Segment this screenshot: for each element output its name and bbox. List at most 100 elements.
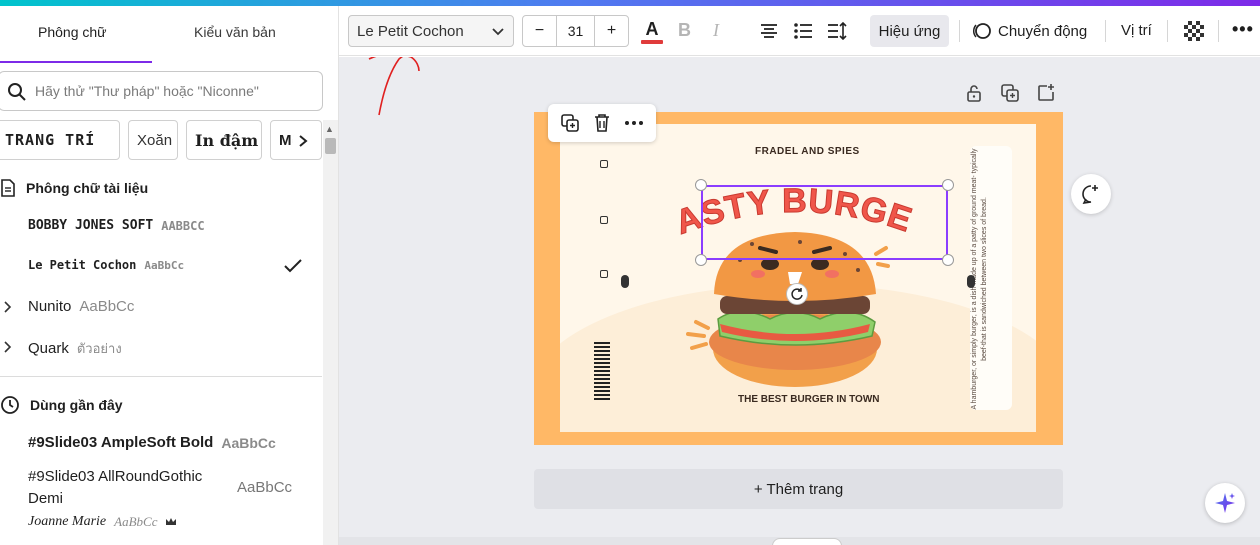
search-icon <box>8 83 26 101</box>
chip-decorative[interactable]: TRANG TRÍ <box>0 120 120 160</box>
chip-bold[interactable]: In đậm <box>186 120 262 160</box>
chevron-down-icon <box>492 28 504 36</box>
font-item-joanne-marie[interactable]: Joanne Marie AaBbCc <box>28 514 177 530</box>
brand-text[interactable]: FRADEL AND SPIES <box>755 146 860 157</box>
text-color-button[interactable]: A <box>641 18 663 44</box>
more-options-button[interactable]: ••• <box>1232 19 1254 40</box>
animate-button[interactable]: Chuyển động <box>972 15 1087 47</box>
panel-scrollbar[interactable] <box>323 120 338 545</box>
transparency-icon[interactable] <box>1184 21 1204 41</box>
bold-button[interactable]: B <box>678 20 691 41</box>
pages-toggle[interactable] <box>772 538 842 545</box>
animate-label: Chuyển động <box>998 22 1088 40</box>
sparkle-icon <box>1215 493 1235 513</box>
font-sample: AaBbCc <box>114 514 158 529</box>
duplicate-page-icon[interactable] <box>1000 83 1020 103</box>
align-center-icon[interactable] <box>757 19 781 43</box>
add-page-button[interactable]: + Thêm trang <box>534 469 1063 509</box>
font-item-le-petit-cochon[interactable]: Le Petit Cochon AaBbCc <box>28 258 184 272</box>
tagline-text[interactable]: THE BEST BURGER IN TOWN <box>738 394 879 405</box>
font-name: #9Slide03 AmpleSoft Bold <box>28 434 214 451</box>
section-divider <box>0 376 322 377</box>
decrease-size-button[interactable]: − <box>523 16 556 46</box>
font-sample: AaBbCc <box>237 479 293 496</box>
scroll-up-icon[interactable]: ▲ <box>325 124 334 134</box>
duplicate-icon[interactable] <box>560 113 580 133</box>
side-resize-handle[interactable] <box>967 275 975 288</box>
text-color-letter: A <box>645 19 659 39</box>
document-icon <box>1 179 15 197</box>
toolbar-separator <box>1218 20 1219 42</box>
recent-fonts-header: Dùng gần đây <box>0 395 123 415</box>
increase-size-button[interactable]: + <box>595 16 628 46</box>
toolbar-separator <box>1167 20 1168 42</box>
font-family-value: Le Petit Cochon <box>357 23 464 40</box>
page-actions <box>964 83 1056 103</box>
chevron-right-icon[interactable] <box>292 130 314 152</box>
trash-icon[interactable] <box>593 113 611 133</box>
line-spacing-icon[interactable] <box>825 19 849 43</box>
position-button[interactable]: Vị trí <box>1121 22 1152 39</box>
clock-icon <box>1 396 19 414</box>
comment-plus-icon <box>1082 185 1098 205</box>
font-search-input[interactable] <box>35 80 315 102</box>
font-sample: ตัวอย่าง <box>76 341 122 356</box>
font-category-chips: TRANG TRÍ Xoăn In đậm Mô <box>0 120 322 160</box>
magic-assistant-button[interactable] <box>1205 483 1245 523</box>
font-panel: Phông chữ Kiểu văn bản TRANG TRÍ Xoăn In… <box>0 6 338 545</box>
font-size-input[interactable]: 31 <box>556 16 595 46</box>
font-item-quark[interactable]: Quark ตัวอย่าง <box>28 338 122 359</box>
design-page[interactable]: FRADEL AND SPIES TASTY BURGER <box>534 112 1063 445</box>
side-description-text: A hamburger, or simply burger, is a dish… <box>971 148 988 410</box>
chip-curly[interactable]: Xoăn <box>128 120 178 160</box>
selection-box[interactable] <box>701 185 948 260</box>
font-item-allroundgothic[interactable]: #9Slide03 AllRoundGothic Demi <box>28 466 218 510</box>
bullet-list-icon[interactable] <box>791 19 815 43</box>
resize-handle[interactable] <box>942 254 954 266</box>
font-item-nunito[interactable]: Nunito AaBbCc <box>28 298 134 315</box>
font-family-dropdown[interactable]: Le Petit Cochon <box>348 15 514 47</box>
font-name: #9Slide03 AllRoundGothic Demi <box>28 468 203 507</box>
resize-handle[interactable] <box>695 254 707 266</box>
effects-button[interactable]: Hiệu ứng <box>870 15 949 47</box>
font-item-allroundgothic-sample[interactable]: AaBbCc <box>237 479 292 496</box>
font-sample: AaBbCc <box>221 434 276 451</box>
burger-card[interactable]: FRADEL AND SPIES TASTY BURGER <box>560 124 1036 432</box>
resize-handle[interactable] <box>695 179 707 191</box>
canvas-workspace: FRADEL AND SPIES TASTY BURGER <box>339 57 1260 545</box>
font-item-bobby-jones[interactable]: BOBBY JONES SOFT AABBCC <box>28 218 205 233</box>
toolbar-separator <box>959 20 960 42</box>
barcode-graphic[interactable] <box>594 342 610 400</box>
tab-fonts[interactable]: Phông chữ <box>38 24 107 40</box>
font-sample: AABBCC <box>161 218 205 233</box>
side-resize-handle[interactable] <box>621 275 629 288</box>
document-fonts-header: Phông chữ tài liệu <box>0 179 148 197</box>
font-name: Nunito <box>28 298 72 315</box>
font-sample: AaBbCc <box>144 258 185 272</box>
font-item-amplesoft[interactable]: #9Slide03 AmpleSoft Bold AaBbCc <box>28 434 276 451</box>
rotate-icon <box>791 288 803 300</box>
expand-chevron-icon[interactable] <box>4 340 12 356</box>
rotate-handle[interactable] <box>786 283 808 305</box>
section-title: Phông chữ tài liệu <box>26 180 149 196</box>
add-page-icon[interactable] <box>1036 83 1056 103</box>
add-comment-button[interactable] <box>1071 174 1111 214</box>
expand-chevron-icon[interactable] <box>4 300 12 316</box>
more-options-icon[interactable] <box>624 120 644 126</box>
checkmark-icon <box>284 259 302 273</box>
italic-button[interactable]: I <box>713 20 719 41</box>
animate-icon <box>972 23 991 39</box>
editor-toolbar: Le Petit Cochon − 31 + A B I Hiệu ứng Ch… <box>339 6 1260 56</box>
tab-text-styles[interactable]: Kiểu văn bản <box>194 24 276 40</box>
resize-handle[interactable] <box>942 179 954 191</box>
scrollbar-thumb[interactable] <box>325 138 336 154</box>
font-name: BOBBY JONES SOFT <box>28 218 154 233</box>
font-sample: AaBbCc <box>79 298 135 315</box>
panel-tabs: Phông chữ Kiểu văn bản <box>0 16 338 63</box>
punch-hole <box>600 270 608 278</box>
lock-icon[interactable] <box>964 83 984 103</box>
side-description[interactable]: A hamburger, or simply burger, is a dish… <box>970 148 1012 410</box>
font-name: Quark <box>28 340 69 357</box>
font-search-box[interactable] <box>0 71 323 111</box>
font-name: Le Petit Cochon <box>28 258 137 272</box>
